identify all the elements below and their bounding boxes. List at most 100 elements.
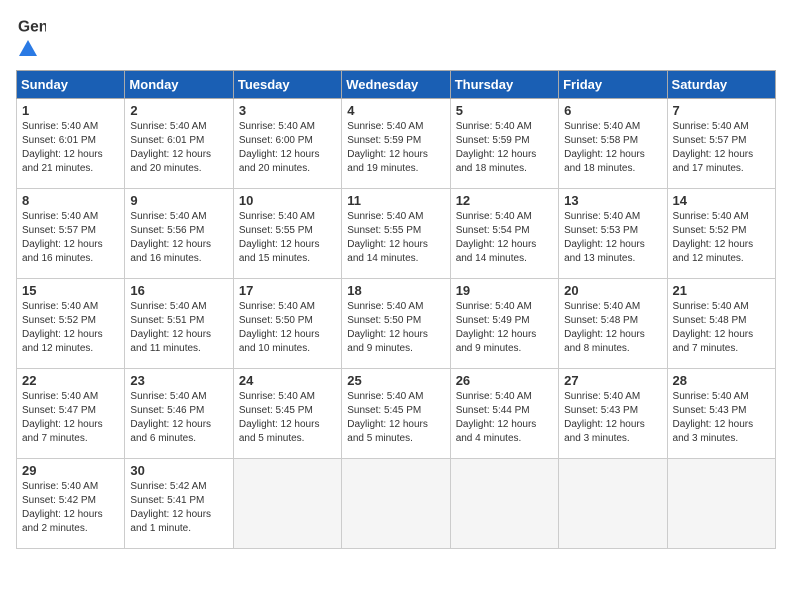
day-info: Sunrise: 5:40 AMSunset: 5:45 PMDaylight:… [347,391,428,444]
day-number: 2 [130,103,227,118]
day-number: 17 [239,283,336,298]
day-number: 24 [239,373,336,388]
weekday-header-wednesday: Wednesday [342,71,450,99]
day-number: 9 [130,193,227,208]
calendar-cell: 2 Sunrise: 5:40 AMSunset: 6:01 PMDayligh… [125,99,233,189]
day-number: 14 [673,193,770,208]
calendar-cell: 11 Sunrise: 5:40 AMSunset: 5:55 PMDaylig… [342,189,450,279]
calendar-cell: 23 Sunrise: 5:40 AMSunset: 5:46 PMDaylig… [125,369,233,459]
calendar-week-row: 8 Sunrise: 5:40 AMSunset: 5:57 PMDayligh… [17,189,776,279]
day-info: Sunrise: 5:40 AMSunset: 5:55 PMDaylight:… [239,211,320,264]
calendar-cell: 21 Sunrise: 5:40 AMSunset: 5:48 PMDaylig… [667,279,775,369]
day-number: 6 [564,103,661,118]
day-info: Sunrise: 5:40 AMSunset: 5:57 PMDaylight:… [22,211,103,264]
calendar-cell: 30 Sunrise: 5:42 AMSunset: 5:41 PMDaylig… [125,459,233,549]
calendar-week-row: 1 Sunrise: 5:40 AMSunset: 6:01 PMDayligh… [17,99,776,189]
calendar-cell: 17 Sunrise: 5:40 AMSunset: 5:50 PMDaylig… [233,279,341,369]
day-info: Sunrise: 5:40 AMSunset: 5:53 PMDaylight:… [564,211,645,264]
day-info: Sunrise: 5:42 AMSunset: 5:41 PMDaylight:… [130,481,211,534]
day-info: Sunrise: 5:40 AMSunset: 5:51 PMDaylight:… [130,301,211,354]
page-header: General [16,16,776,60]
weekday-header-friday: Friday [559,71,667,99]
day-number: 29 [22,463,119,478]
day-info: Sunrise: 5:40 AMSunset: 6:00 PMDaylight:… [239,121,320,174]
calendar-cell: 19 Sunrise: 5:40 AMSunset: 5:49 PMDaylig… [450,279,558,369]
calendar-cell: 24 Sunrise: 5:40 AMSunset: 5:45 PMDaylig… [233,369,341,459]
calendar-cell: 26 Sunrise: 5:40 AMSunset: 5:44 PMDaylig… [450,369,558,459]
day-number: 15 [22,283,119,298]
calendar-cell: 6 Sunrise: 5:40 AMSunset: 5:58 PMDayligh… [559,99,667,189]
calendar-week-row: 15 Sunrise: 5:40 AMSunset: 5:52 PMDaylig… [17,279,776,369]
day-info: Sunrise: 5:40 AMSunset: 5:56 PMDaylight:… [130,211,211,264]
calendar-cell: 1 Sunrise: 5:40 AMSunset: 6:01 PMDayligh… [17,99,125,189]
day-number: 28 [673,373,770,388]
logo-triangle-icon [17,38,39,60]
svg-text:General: General [18,19,46,36]
calendar-cell: 14 Sunrise: 5:40 AMSunset: 5:52 PMDaylig… [667,189,775,279]
day-info: Sunrise: 5:40 AMSunset: 5:58 PMDaylight:… [564,121,645,174]
day-info: Sunrise: 5:40 AMSunset: 5:54 PMDaylight:… [456,211,537,264]
day-info: Sunrise: 5:40 AMSunset: 5:59 PMDaylight:… [347,121,428,174]
calendar-cell: 4 Sunrise: 5:40 AMSunset: 5:59 PMDayligh… [342,99,450,189]
day-info: Sunrise: 5:40 AMSunset: 5:48 PMDaylight:… [673,301,754,354]
calendar-cell: 25 Sunrise: 5:40 AMSunset: 5:45 PMDaylig… [342,369,450,459]
day-number: 7 [673,103,770,118]
day-number: 25 [347,373,444,388]
calendar-week-row: 22 Sunrise: 5:40 AMSunset: 5:47 PMDaylig… [17,369,776,459]
day-number: 12 [456,193,553,208]
calendar-cell: 20 Sunrise: 5:40 AMSunset: 5:48 PMDaylig… [559,279,667,369]
day-info: Sunrise: 5:40 AMSunset: 6:01 PMDaylight:… [22,121,103,174]
calendar-cell [667,459,775,549]
day-info: Sunrise: 5:40 AMSunset: 5:50 PMDaylight:… [239,301,320,354]
calendar-cell: 9 Sunrise: 5:40 AMSunset: 5:56 PMDayligh… [125,189,233,279]
weekday-header-tuesday: Tuesday [233,71,341,99]
calendar-cell [342,459,450,549]
calendar-week-row: 29 Sunrise: 5:40 AMSunset: 5:42 PMDaylig… [17,459,776,549]
day-number: 20 [564,283,661,298]
day-info: Sunrise: 5:40 AMSunset: 5:48 PMDaylight:… [564,301,645,354]
day-number: 21 [673,283,770,298]
calendar-cell: 27 Sunrise: 5:40 AMSunset: 5:43 PMDaylig… [559,369,667,459]
day-info: Sunrise: 5:40 AMSunset: 5:55 PMDaylight:… [347,211,428,264]
calendar-cell [450,459,558,549]
calendar-cell: 13 Sunrise: 5:40 AMSunset: 5:53 PMDaylig… [559,189,667,279]
day-number: 30 [130,463,227,478]
day-number: 4 [347,103,444,118]
calendar-cell: 16 Sunrise: 5:40 AMSunset: 5:51 PMDaylig… [125,279,233,369]
day-info: Sunrise: 5:40 AMSunset: 5:42 PMDaylight:… [22,481,103,534]
day-number: 18 [347,283,444,298]
calendar-cell: 28 Sunrise: 5:40 AMSunset: 5:43 PMDaylig… [667,369,775,459]
calendar-cell [233,459,341,549]
day-info: Sunrise: 5:40 AMSunset: 5:47 PMDaylight:… [22,391,103,444]
calendar-cell: 10 Sunrise: 5:40 AMSunset: 5:55 PMDaylig… [233,189,341,279]
weekday-header-thursday: Thursday [450,71,558,99]
day-info: Sunrise: 5:40 AMSunset: 5:46 PMDaylight:… [130,391,211,444]
day-info: Sunrise: 5:40 AMSunset: 5:43 PMDaylight:… [673,391,754,444]
calendar-table: SundayMondayTuesdayWednesdayThursdayFrid… [16,70,776,549]
day-info: Sunrise: 5:40 AMSunset: 5:52 PMDaylight:… [22,301,103,354]
calendar-cell: 15 Sunrise: 5:40 AMSunset: 5:52 PMDaylig… [17,279,125,369]
day-info: Sunrise: 5:40 AMSunset: 5:49 PMDaylight:… [456,301,537,354]
day-number: 11 [347,193,444,208]
calendar-cell: 22 Sunrise: 5:40 AMSunset: 5:47 PMDaylig… [17,369,125,459]
day-info: Sunrise: 5:40 AMSunset: 5:59 PMDaylight:… [456,121,537,174]
weekday-header-row: SundayMondayTuesdayWednesdayThursdayFrid… [17,71,776,99]
day-number: 27 [564,373,661,388]
calendar-cell: 5 Sunrise: 5:40 AMSunset: 5:59 PMDayligh… [450,99,558,189]
calendar-cell: 3 Sunrise: 5:40 AMSunset: 6:00 PMDayligh… [233,99,341,189]
day-info: Sunrise: 5:40 AMSunset: 5:44 PMDaylight:… [456,391,537,444]
day-number: 8 [22,193,119,208]
day-number: 1 [22,103,119,118]
day-number: 10 [239,193,336,208]
calendar-cell: 18 Sunrise: 5:40 AMSunset: 5:50 PMDaylig… [342,279,450,369]
day-number: 19 [456,283,553,298]
day-number: 16 [130,283,227,298]
calendar-cell: 12 Sunrise: 5:40 AMSunset: 5:54 PMDaylig… [450,189,558,279]
weekday-header-sunday: Sunday [17,71,125,99]
calendar-cell: 7 Sunrise: 5:40 AMSunset: 5:57 PMDayligh… [667,99,775,189]
logo-text: General [16,16,46,38]
day-info: Sunrise: 5:40 AMSunset: 6:01 PMDaylight:… [130,121,211,174]
calendar-cell: 8 Sunrise: 5:40 AMSunset: 5:57 PMDayligh… [17,189,125,279]
day-info: Sunrise: 5:40 AMSunset: 5:45 PMDaylight:… [239,391,320,444]
logo-icon: General [18,16,46,38]
